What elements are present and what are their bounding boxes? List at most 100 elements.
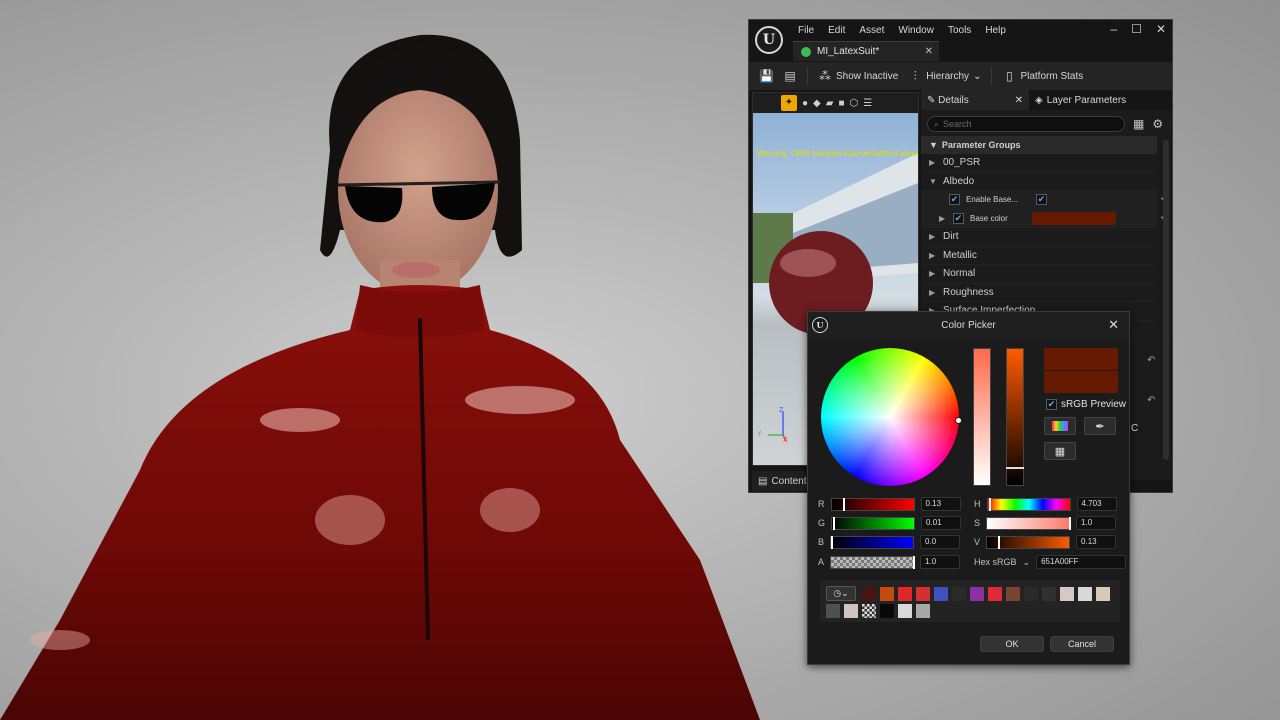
- old-color-swatch[interactable]: [1044, 371, 1118, 393]
- maximize-button[interactable]: ☐: [1131, 22, 1142, 36]
- slider-marker[interactable]: [988, 497, 991, 511]
- menu-edit[interactable]: Edit: [821, 23, 852, 38]
- preview-menu-icon[interactable]: ☰: [863, 98, 872, 109]
- b-value-input[interactable]: 0.0: [920, 535, 961, 549]
- theme-swatch[interactable]: [934, 587, 948, 601]
- menu-tools[interactable]: Tools: [941, 23, 978, 38]
- ok-button[interactable]: OK: [980, 636, 1044, 652]
- b-slider[interactable]: [830, 535, 915, 549]
- r-value-input[interactable]: 0.13: [920, 497, 961, 511]
- theme-swatch[interactable]: [898, 587, 912, 601]
- color-themes-button[interactable]: [1044, 417, 1076, 435]
- save-icon[interactable]: 💾: [759, 69, 774, 83]
- theme-swatch[interactable]: [970, 587, 984, 601]
- theme-swatch[interactable]: [880, 604, 894, 618]
- theme-swatch[interactable]: [898, 604, 912, 618]
- hex-value-input[interactable]: 651A00FF: [1036, 555, 1127, 569]
- menu-help[interactable]: Help: [978, 23, 1013, 38]
- group-dirt[interactable]: ▶ Dirt: [921, 228, 1157, 247]
- chevron-right-icon[interactable]: ▶: [939, 214, 947, 223]
- hierarchy-dropdown[interactable]: ⫶ Hierarchy ⌄: [908, 69, 982, 83]
- close-icon[interactable]: ✕: [1108, 317, 1119, 333]
- asset-tab[interactable]: MI_LatexSuit* ✕: [793, 41, 939, 61]
- v-slider[interactable]: [986, 535, 1071, 549]
- theme-swatch[interactable]: [1096, 587, 1110, 601]
- table-view-icon[interactable]: ▦: [1133, 117, 1144, 131]
- theme-swatch[interactable]: [988, 587, 1002, 601]
- chevron-down-icon[interactable]: ⌄: [1023, 557, 1031, 568]
- group-albedo[interactable]: ▼ Albedo: [921, 173, 1157, 191]
- theme-swatch[interactable]: [916, 587, 930, 601]
- group-roughness[interactable]: ▶ Roughness: [921, 284, 1157, 302]
- g-value-input[interactable]: 0.01: [921, 516, 962, 530]
- group-normal[interactable]: ▶ Normal: [921, 265, 1157, 284]
- base-color-swatch[interactable]: [1032, 211, 1116, 225]
- color-wheel[interactable]: [821, 348, 959, 486]
- s-value-input[interactable]: 1.0: [1076, 516, 1117, 530]
- theme-swatch[interactable]: [1024, 587, 1038, 601]
- s-slider[interactable]: [986, 516, 1072, 530]
- recent-colors-dropdown[interactable]: ◷ ⌄: [826, 586, 856, 601]
- close-window-button[interactable]: ✕: [1156, 22, 1166, 36]
- theme-swatch[interactable]: [862, 604, 876, 618]
- gear-icon[interactable]: ⚙: [1152, 117, 1163, 131]
- group-metallic[interactable]: ▶ Metallic: [921, 247, 1157, 265]
- value-bar-marker[interactable]: [1006, 467, 1024, 469]
- menu-file[interactable]: File: [791, 23, 821, 38]
- slider-marker[interactable]: [833, 516, 836, 530]
- menu-asset[interactable]: Asset: [852, 23, 891, 38]
- theme-swatch[interactable]: [826, 604, 840, 618]
- theme-swatch[interactable]: [1060, 587, 1074, 601]
- theme-swatch[interactable]: [880, 587, 894, 601]
- v-value-input[interactable]: 0.13: [1076, 535, 1117, 549]
- h-slider[interactable]: [986, 497, 1071, 511]
- theme-swatch[interactable]: [952, 587, 966, 601]
- saturation-bar[interactable]: [973, 348, 991, 486]
- slider-marker[interactable]: [1069, 516, 1072, 530]
- tab-details[interactable]: ✎ Details ✕: [921, 90, 1029, 110]
- r-slider[interactable]: [830, 497, 915, 511]
- cylinder-icon[interactable]: ◆: [813, 98, 821, 109]
- color-picker-titlebar[interactable]: U Color Picker ✕: [808, 312, 1129, 338]
- search-input[interactable]: ⌕ Search: [927, 116, 1125, 132]
- h-value-input[interactable]: 4.703: [1076, 497, 1117, 511]
- srgb-checkbox[interactable]: ✔: [1046, 399, 1057, 410]
- mesh-icon[interactable]: ⬡: [850, 98, 859, 109]
- close-tab-icon[interactable]: ✕: [1015, 95, 1023, 106]
- slider-marker[interactable]: [913, 555, 916, 569]
- close-tab-icon[interactable]: ✕: [925, 46, 933, 57]
- eyedropper-button[interactable]: ✒: [1084, 417, 1116, 435]
- g-slider[interactable]: [831, 516, 916, 530]
- cancel-button[interactable]: Cancel: [1050, 636, 1114, 652]
- theme-swatch[interactable]: [844, 604, 858, 618]
- plane-icon[interactable]: ▰: [826, 98, 834, 109]
- a-slider[interactable]: [830, 555, 916, 569]
- details-scrollbar[interactable]: [1163, 140, 1169, 460]
- enable-base-checkbox[interactable]: ✔: [1036, 194, 1047, 206]
- sphere-icon[interactable]: ●: [802, 98, 808, 109]
- srgb-preview-toggle[interactable]: ✔ sRGB Preview: [1046, 399, 1126, 410]
- group-00-psr[interactable]: ▶ 00_PSR: [921, 154, 1157, 173]
- slider-marker[interactable]: [998, 535, 1001, 549]
- browse-icon[interactable]: ▤: [783, 69, 797, 83]
- tab-layer-parameters[interactable]: ◈ Layer Parameters: [1029, 90, 1132, 110]
- theme-swatch[interactable]: [862, 587, 876, 601]
- show-inactive-button[interactable]: ⁂ Show Inactive: [818, 69, 898, 83]
- minimize-button[interactable]: –: [1110, 22, 1117, 36]
- cube-icon[interactable]: ■: [838, 98, 844, 109]
- platform-stats-button[interactable]: ▯ Platform Stats: [1002, 69, 1083, 83]
- parameter-groups-header[interactable]: ▼ Parameter Groups: [921, 136, 1157, 154]
- slider-marker[interactable]: [831, 535, 834, 549]
- theme-swatch[interactable]: [1042, 587, 1056, 601]
- theme-swatch[interactable]: [1006, 587, 1020, 601]
- theme-swatch[interactable]: [1078, 587, 1092, 601]
- value-bar[interactable]: [1006, 348, 1024, 486]
- save-to-theme-button[interactable]: ▦: [1044, 442, 1076, 460]
- theme-swatch[interactable]: [916, 604, 930, 618]
- menu-window[interactable]: Window: [891, 23, 941, 38]
- preview-mode-icon[interactable]: ✦: [781, 95, 797, 111]
- color-wheel-handle[interactable]: [955, 417, 962, 424]
- slider-marker[interactable]: [842, 497, 845, 511]
- param-override-checkbox[interactable]: ✔: [953, 212, 964, 224]
- a-value-input[interactable]: 1.0: [920, 555, 961, 569]
